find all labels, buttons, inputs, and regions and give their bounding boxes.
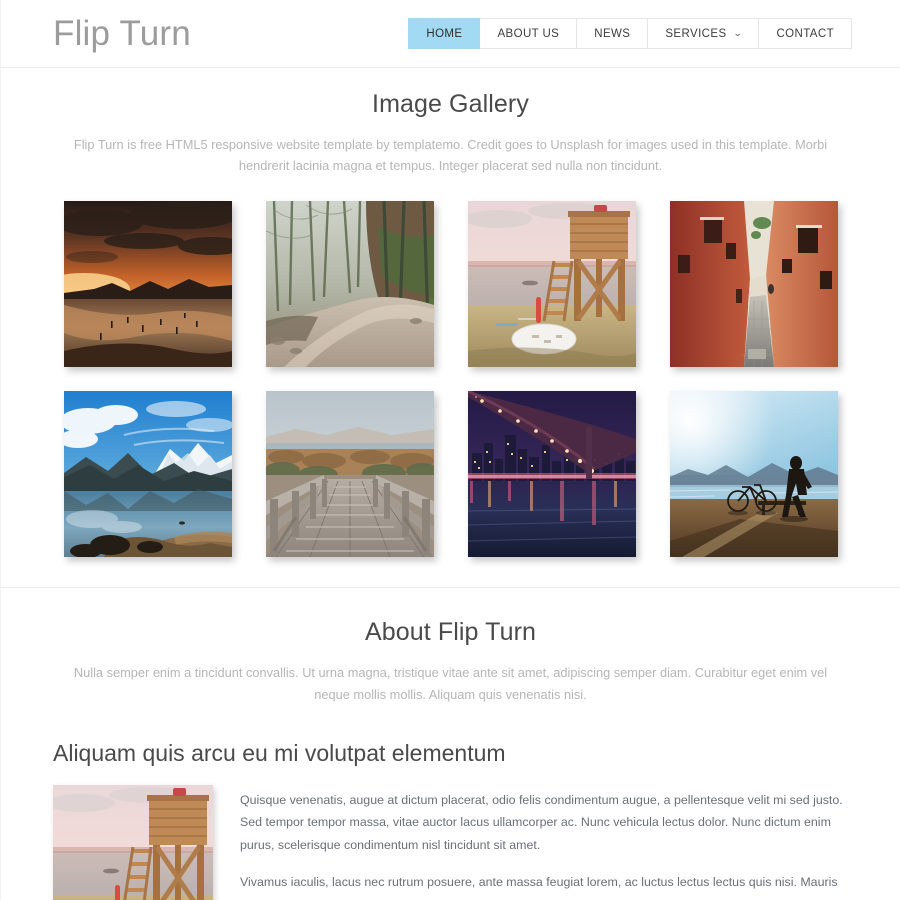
gallery-image-city-bridge-night[interactable] <box>467 391 636 558</box>
nav-item-contact-label: CONTACT <box>776 27 834 40</box>
gallery-lead-text: Flip Turn is free HTML5 responsive websi… <box>73 137 828 174</box>
gallery-section: Image Gallery Flip Turn is free HTML5 re… <box>1 68 900 589</box>
about-paragraph-2: Vivamus iaculis, lacus nec rutrum posuer… <box>240 875 846 900</box>
gallery-item <box>60 391 235 559</box>
gallery-item <box>464 201 639 369</box>
gallery-title: Image Gallery <box>372 90 529 118</box>
gallery-grid <box>1 201 900 559</box>
gallery-item <box>60 201 235 369</box>
about-text-column: Quisque venenatis, augue at dictum place… <box>240 785 848 900</box>
about-paragraph-1: Quisque venenatis, augue at dictum place… <box>240 792 843 852</box>
forest-road-image <box>265 201 434 368</box>
gallery-item <box>666 391 841 559</box>
gallery-item <box>262 391 437 559</box>
about-body: Aliquam quis arcu eu mi volutpat element… <box>1 740 900 900</box>
gallery-item <box>262 201 437 369</box>
nav-item-home-label: HOME <box>426 27 463 40</box>
about-columns: Quisque venenatis, augue at dictum place… <box>53 784 848 900</box>
gallery-image-forest-road[interactable] <box>265 201 434 368</box>
gallery-image-wooden-boardwalk[interactable] <box>265 391 434 558</box>
bicycle-silhouette-image <box>669 391 838 558</box>
nav-item-services-label: SERVICES <box>665 27 727 40</box>
gallery-image-mountain-lake[interactable] <box>63 391 232 558</box>
about-section: About Flip Turn Nulla semper enim a tinc… <box>1 588 900 900</box>
page-root: Flip Turn HOME ABOUT US NEWS SERVICES ⌄ … <box>0 0 900 900</box>
about-title: About Flip Turn <box>364 618 537 647</box>
nav-item-about-us[interactable]: ABOUT US <box>480 18 578 49</box>
gallery-image-red-alley[interactable] <box>669 201 838 368</box>
nav-item-about-us-label: ABOUT US <box>497 27 560 40</box>
gallery-image-beach-sunset[interactable] <box>63 201 232 368</box>
nav-item-news-label: NEWS <box>594 27 631 40</box>
nav-item-services[interactable]: SERVICES ⌄ <box>648 18 760 49</box>
about-subsection-heading: Aliquam quis arcu eu mi volutpat element… <box>53 739 506 766</box>
site-logo[interactable]: Flip Turn <box>53 16 191 51</box>
nav-item-news[interactable]: NEWS <box>577 18 649 49</box>
about-image-lifeguard-tower[interactable] <box>53 784 213 900</box>
beach-sunset-image <box>63 201 232 368</box>
lifeguard-tower-image <box>467 201 636 368</box>
red-alley-image <box>669 201 838 368</box>
nav-item-contact[interactable]: CONTACT <box>759 18 852 49</box>
gallery-item <box>464 391 639 559</box>
nav-item-home[interactable]: HOME <box>408 18 481 49</box>
about-lead-text: Nulla semper enim a tincidunt convallis.… <box>73 665 828 702</box>
site-header: Flip Turn HOME ABOUT US NEWS SERVICES ⌄ … <box>1 0 900 68</box>
chevron-down-icon: ⌄ <box>732 28 743 38</box>
gallery-image-bicycle-silhouette[interactable] <box>669 391 838 558</box>
gallery-item <box>666 201 841 369</box>
wooden-boardwalk-image <box>265 391 434 558</box>
city-bridge-night-image <box>467 391 636 558</box>
gallery-image-lifeguard-tower[interactable] <box>467 201 636 368</box>
lifeguard-tower-image <box>53 784 213 900</box>
mountain-lake-image <box>63 391 232 558</box>
main-navigation: HOME ABOUT US NEWS SERVICES ⌄ CONTACT <box>408 18 852 49</box>
